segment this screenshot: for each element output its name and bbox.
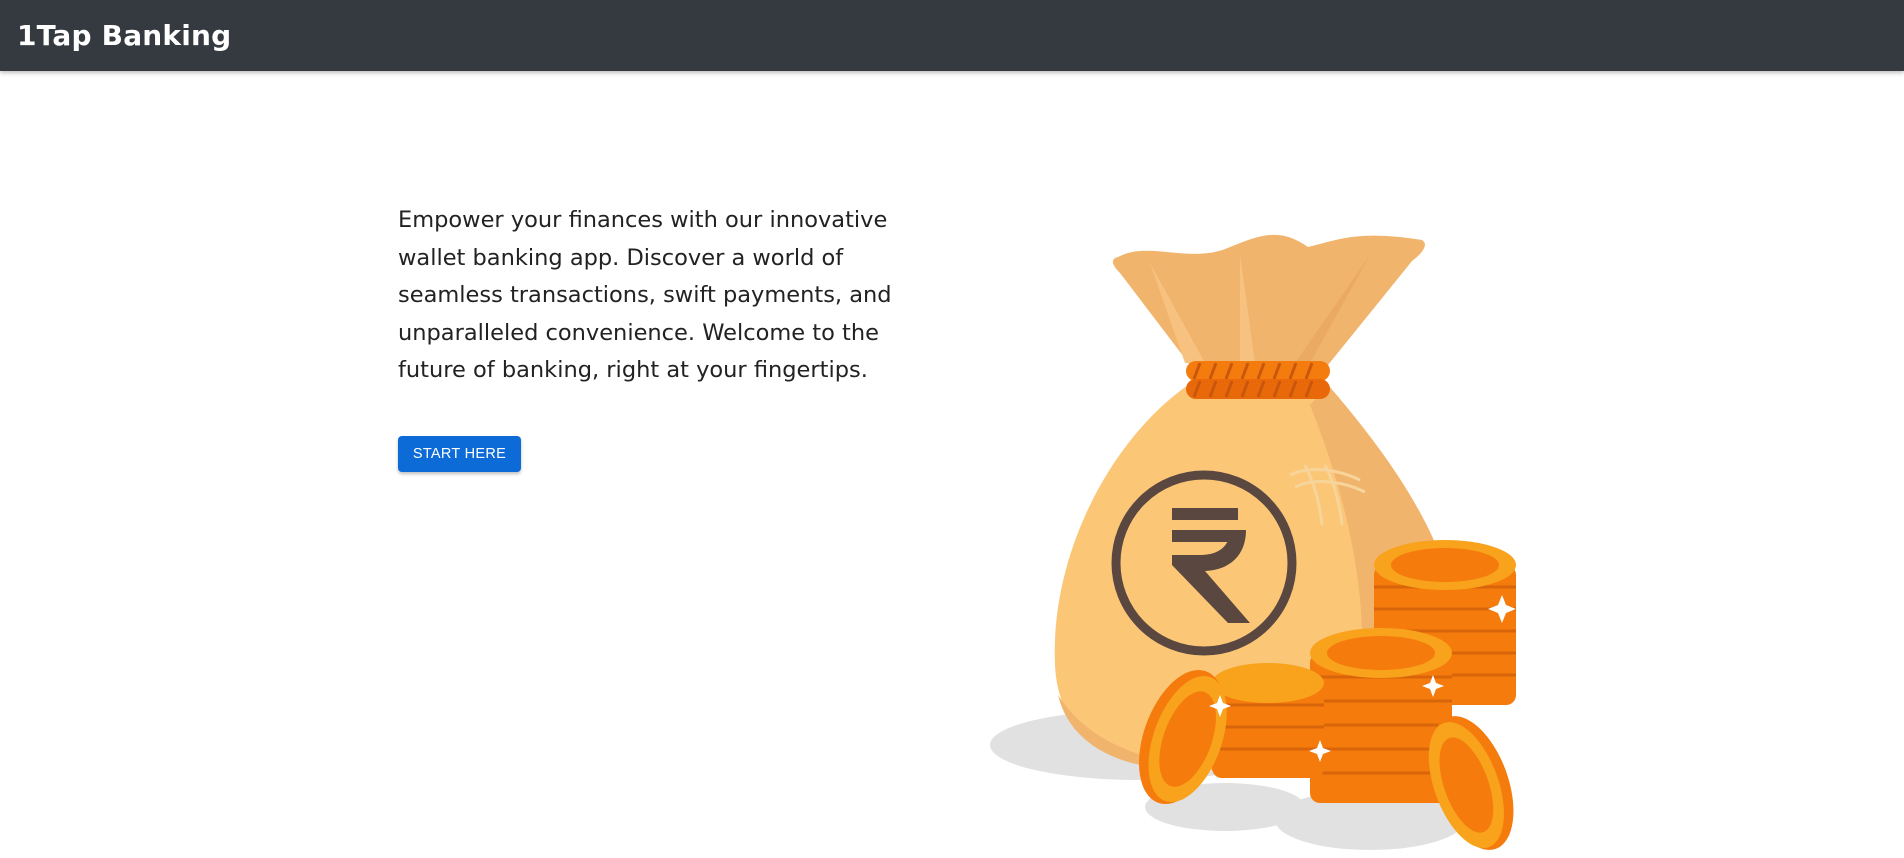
coin-stack-middle xyxy=(1310,628,1452,803)
bag-rope xyxy=(1186,361,1330,399)
coin-stack-left xyxy=(1212,663,1324,778)
bag-top xyxy=(1112,234,1425,365)
start-here-button[interactable]: START HERE xyxy=(398,436,521,472)
hero-description: Empower your finances with our innovativ… xyxy=(398,207,892,383)
brand-title[interactable]: 1Tap Banking xyxy=(17,19,231,52)
money-bag-illustration xyxy=(990,234,1516,850)
app-bar: 1Tap Banking xyxy=(0,0,1904,71)
